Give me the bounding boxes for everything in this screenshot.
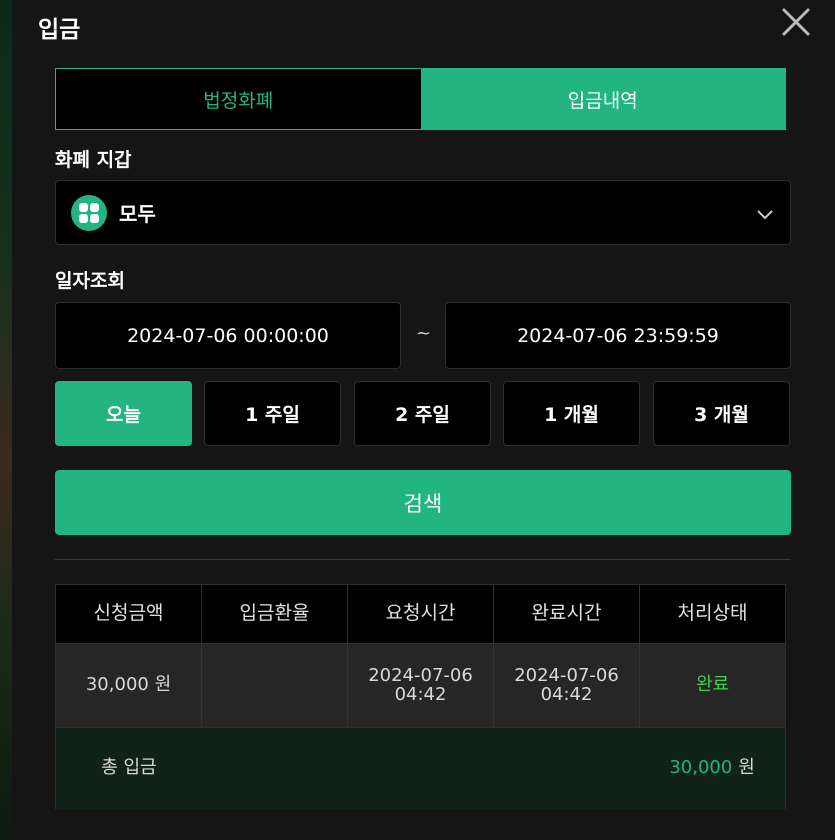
row-complete-date-text: 2024-07-06 [514,664,619,686]
date-separator: ~ [416,323,432,344]
wallet-label: 화폐 지갑 [55,149,132,171]
period-1month-button[interactable]: 1 개월 [503,381,640,446]
header-amount: 신청금액 [56,585,202,643]
wallet-select-value: 모두 [119,202,156,226]
period-3month-button[interactable]: 3 개월 [653,381,790,446]
end-date-field[interactable]: 2024-07-06 23:59:59 [445,302,791,369]
close-icon [782,8,810,36]
chevron-down-icon [757,210,773,220]
period-1week-button[interactable]: 1 주일 [204,381,341,446]
tab-bar: 법정화폐 입금내역 [55,68,786,130]
modal-title: 입금 [38,17,81,43]
period-today-button[interactable]: 오늘 [55,381,192,446]
start-date-field[interactable]: 2024-07-06 00:00:00 [55,302,401,369]
header-rate: 입금환율 [202,585,348,643]
table-row: 30,000 원 2024-07-06 04:42 2024-07-06 04:… [56,643,785,727]
table-header: 신청금액 입금환율 요청시간 완료시간 처리상태 [56,585,785,643]
row-complete-time-text: 04:42 [540,683,593,705]
row-complete-time: 2024-07-06 04:42 [494,644,640,727]
table-total-row: 총 입금 30,000 원 [56,727,785,809]
close-button[interactable] [780,6,812,38]
total-value: 30,000 [669,757,733,779]
row-amount: 30,000 원 [56,644,202,727]
tab-fiat[interactable]: 법정화폐 [56,69,421,129]
tab-deposit-history[interactable]: 입금내역 [420,69,785,129]
background-image-strip [0,0,12,840]
status-badge: 완료 [695,674,730,696]
header-request-time: 요청시간 [348,585,494,643]
row-rate [202,644,348,727]
period-2week-button[interactable]: 2 주일 [354,381,491,446]
total-amount: 30,000 원 [639,728,785,809]
row-request-time: 2024-07-06 04:42 [348,644,494,727]
header-status: 처리상태 [677,602,748,625]
header-complete-time: 완료시간 [494,585,640,643]
row-request-date-text: 2024-07-06 [368,664,473,686]
search-button[interactable]: 검색 [55,470,791,535]
grid-icon [71,194,107,231]
wallet-select[interactable]: 모두 [55,180,791,245]
total-label: 총 입금 [101,757,157,779]
total-unit: 원 [738,757,755,779]
deposit-history-table: 신청금액 입금환율 요청시간 완료시간 처리상태 30,000 원 2024-0… [55,584,786,809]
deposit-modal: 입금 법정화폐 입금내역 화폐 지갑 모두 일자조회 2024-07-06 00… [12,0,835,840]
divider [55,559,791,560]
date-query-label: 일자조회 [55,270,125,292]
row-request-time-text: 04:42 [394,683,447,705]
